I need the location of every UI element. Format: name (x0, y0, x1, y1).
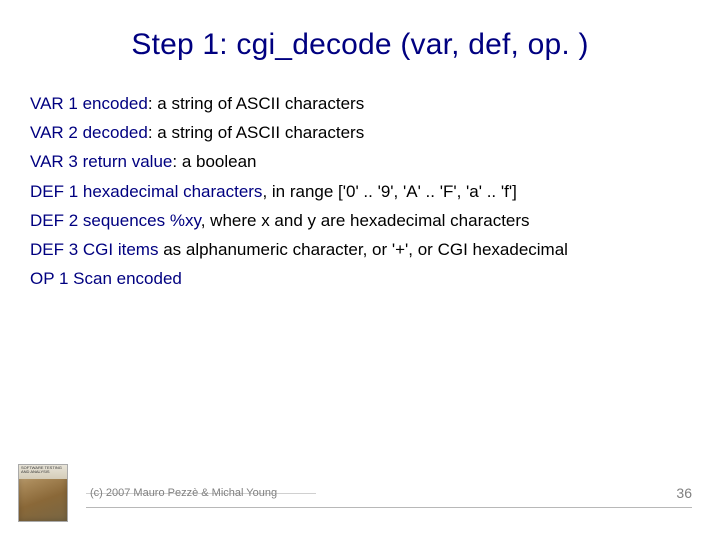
slide-title: Step 1: cgi_decode (var, def, op. ) (28, 28, 692, 62)
line-label: VAR 1 encoded (30, 94, 148, 113)
line-text: , where x and y are hexadecimal characte… (201, 211, 530, 230)
definition-line: DEF 1 hexadecimal characters, in range [… (30, 178, 692, 205)
definition-line: VAR 1 encoded: a string of ASCII charact… (30, 90, 692, 117)
slide: Step 1: cgi_decode (var, def, op. ) VAR … (0, 0, 720, 540)
definition-line: OP 1 Scan encoded (30, 265, 692, 292)
footer: SOFTWARE TESTING AND ANALYSIS (c) 2007 M… (0, 464, 720, 522)
page-number: 36 (676, 485, 692, 501)
line-label: VAR 3 return value (30, 152, 172, 171)
thumbnail-caption: SOFTWARE TESTING AND ANALYSIS (21, 466, 67, 475)
line-text: , in range ['0' .. '9', 'A' .. 'F', 'a' … (262, 182, 516, 201)
copyright-text: (c) 2007 Mauro Pezzè & Michal Young (86, 487, 676, 499)
line-label: OP 1 Scan encoded (30, 269, 182, 288)
definition-line: VAR 3 return value: a boolean (30, 148, 692, 175)
line-label: DEF 1 hexadecimal characters (30, 182, 262, 201)
definition-line: DEF 2 sequences %xy, where x and y are h… (30, 207, 692, 234)
definition-line: VAR 2 decoded: a string of ASCII charact… (30, 119, 692, 146)
line-text: : a string of ASCII characters (148, 94, 364, 113)
line-label: VAR 2 decoded (30, 123, 148, 142)
line-text: : a boolean (172, 152, 256, 171)
line-text: as alphanumeric character, or '+', or CG… (158, 240, 568, 259)
line-label: DEF 2 sequences %xy (30, 211, 201, 230)
book-thumbnail: SOFTWARE TESTING AND ANALYSIS (18, 464, 68, 522)
line-text: : a string of ASCII characters (148, 123, 364, 142)
definition-line: DEF 3 CGI items as alphanumeric characte… (30, 236, 692, 263)
line-label: DEF 3 CGI items (30, 240, 158, 259)
content-block: VAR 1 encoded: a string of ASCII charact… (28, 90, 692, 292)
